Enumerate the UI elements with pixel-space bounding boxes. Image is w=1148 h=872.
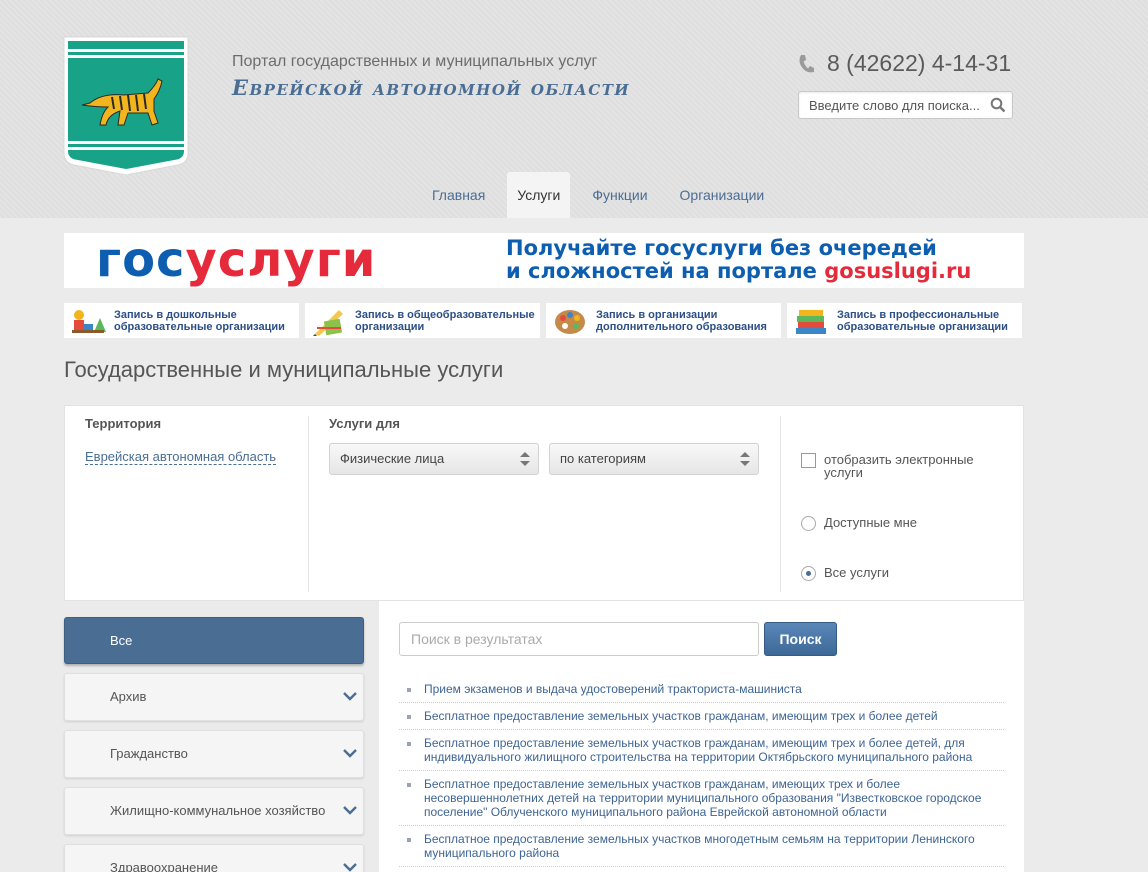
coat-of-arms-logo[interactable] <box>62 35 190 175</box>
recipient-select[interactable]: Физические лица <box>329 443 539 475</box>
nav-functions[interactable]: Функции <box>582 172 657 218</box>
services-for-filter: Услуги для Физические лица по категориям <box>329 416 781 592</box>
select-arrows-icon <box>740 452 750 466</box>
all-services-option[interactable]: Все услуги <box>801 566 889 581</box>
all-services-label: Все услуги <box>824 565 889 580</box>
search-icon[interactable] <box>990 97 1006 113</box>
nav-home[interactable]: Главная <box>422 172 495 218</box>
quick-link-label: Запись в дошкольные образовательные орга… <box>114 308 285 333</box>
chevron-down-icon <box>343 806 357 815</box>
category-housing[interactable]: Жилищно-коммунальное хозяйство <box>64 787 364 835</box>
quick-link-label: Запись в общеобразовательные организации <box>355 308 535 333</box>
electronic-services-label: отобразить электронные услуги <box>824 452 974 480</box>
phone-number: 8 (42622) 4-14-31 <box>827 50 1012 76</box>
quick-link-label: Запись в профессиональные образовательны… <box>837 308 1008 333</box>
site-search-input[interactable] <box>799 92 984 118</box>
quick-link-school[interactable]: Запись в общеобразовательные организации <box>305 303 540 338</box>
result-item[interactable]: Бесплатное предоставление земельных учас… <box>399 826 1004 867</box>
services-for-label: Услуги для <box>329 416 400 431</box>
category-healthcare[interactable]: Здравоохранение <box>64 844 364 872</box>
portal-subtitle: Портал государственных и муниципальных у… <box>232 53 598 70</box>
territory-link[interactable]: Еврейская автономная область <box>85 449 277 465</box>
gosuslugi-banner[interactable]: госуслуги Получайте госуслуги без очеред… <box>64 233 1024 288</box>
banner-slogan: Получайте госуслуги без очередей и сложн… <box>506 237 971 283</box>
nav-services[interactable]: Услуги <box>507 172 571 218</box>
banner-line-1: Получайте госуслуги без очередей <box>506 236 937 260</box>
results-panel: Поиск Прием экзаменов и выдача удостовер… <box>379 601 1024 872</box>
territory-filter: Территория Еврейская автономная область <box>65 416 309 592</box>
category-citizenship[interactable]: Гражданство <box>64 730 364 778</box>
palette-icon <box>555 309 585 334</box>
quick-link-label: Запись в организации дополнительного обр… <box>596 308 767 333</box>
category-archive[interactable]: Архив <box>64 673 364 721</box>
results-list: Прием экзаменов и выдача удостоверений т… <box>399 676 1004 867</box>
result-item[interactable]: Прием экзаменов и выдача удостоверений т… <box>399 676 1004 703</box>
territory-label: Территория <box>85 416 162 431</box>
available-services-label: Доступные мне <box>824 515 918 530</box>
header: Портал государственных и муниципальных у… <box>0 0 1148 218</box>
available-services-option[interactable]: Доступные мне <box>801 516 917 531</box>
gosuslugi-logo: госуслуги <box>96 232 377 288</box>
quick-link-professional[interactable]: Запись в профессиональные образовательны… <box>787 303 1022 338</box>
quick-link-preschool[interactable]: Запись в дошкольные образовательные орга… <box>64 303 299 338</box>
toys-icon <box>72 309 106 333</box>
quick-links: Запись в дошкольные образовательные орга… <box>64 303 1024 338</box>
portal-title: Еврейской автономной области <box>232 75 631 100</box>
grouping-select[interactable]: по категориям <box>549 443 759 475</box>
category-list: Все Архив Гражданство Жилищно-коммунальн… <box>64 617 364 872</box>
results-search-input[interactable] <box>399 622 759 656</box>
available-services-radio[interactable] <box>801 516 816 531</box>
electronic-services-option[interactable]: отобразить электронные услуги <box>801 453 991 479</box>
result-item[interactable]: Бесплатное предоставление земельных учас… <box>399 703 1004 730</box>
page-title: Государственные и муниципальные услуги <box>64 357 504 382</box>
results-search-button[interactable]: Поиск <box>764 622 837 656</box>
banner-line-2: и сложностей на портале gosuslugi.ru <box>506 259 972 283</box>
electronic-services-checkbox[interactable] <box>801 453 816 468</box>
result-item[interactable]: Бесплатное предоставление земельных учас… <box>399 771 1004 826</box>
quick-link-additional[interactable]: Запись в организации дополнительного обр… <box>546 303 781 338</box>
all-services-radio[interactable] <box>801 566 816 581</box>
school-supplies-icon <box>313 309 343 336</box>
chevron-down-icon <box>343 692 357 701</box>
chevron-down-icon <box>343 863 357 872</box>
phone-icon <box>799 54 814 72</box>
category-all[interactable]: Все <box>64 617 364 664</box>
service-options: отобразить электронные услуги Доступные … <box>801 446 1021 596</box>
nav-organizations[interactable]: Организации <box>670 172 775 218</box>
books-icon <box>796 309 826 334</box>
phone-contact: 8 (42622) 4-14-31 <box>798 50 1011 77</box>
services-filter: Территория Еврейская автономная область … <box>64 405 1024 601</box>
main-nav: Главная Услуги Функции Организации <box>416 172 780 218</box>
chevron-down-icon <box>343 749 357 758</box>
result-item[interactable]: Бесплатное предоставление земельных учас… <box>399 730 1004 771</box>
site-search <box>798 91 1013 119</box>
select-arrows-icon <box>520 452 530 466</box>
